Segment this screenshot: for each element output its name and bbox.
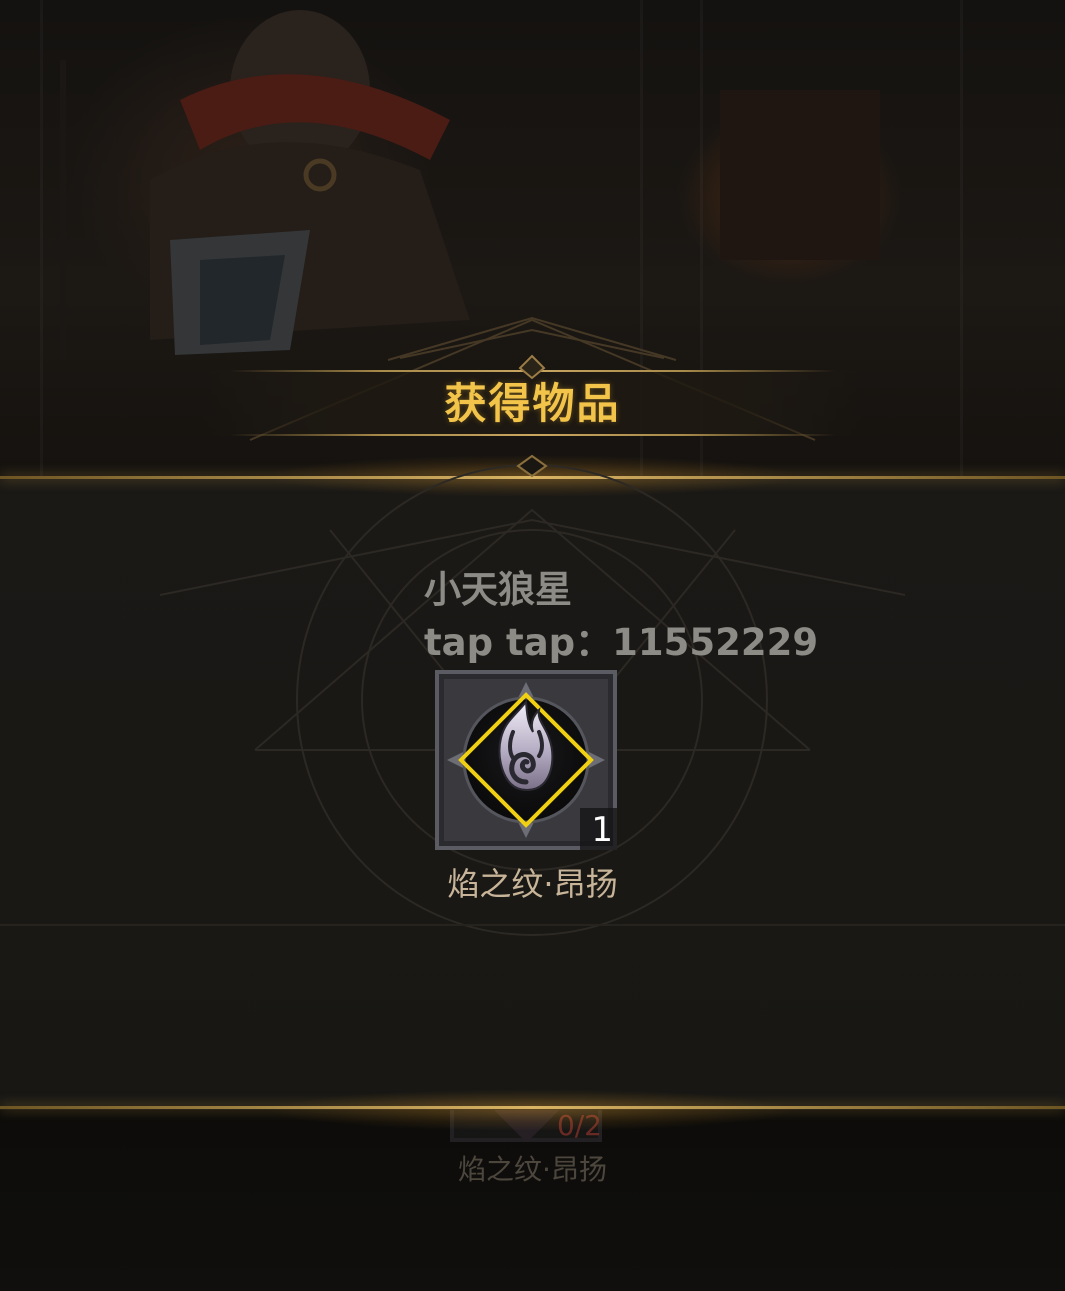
reward-popup-screen: 0/2 焰之纹·昂扬 获得物品 小天狼星 tap tap：11552229 — [0, 0, 1065, 1291]
watermark-name: 小天狼星 — [424, 568, 572, 611]
item-count: 1 — [591, 810, 613, 850]
item-name: 焰之纹·昂扬 — [447, 865, 618, 903]
popup-title: 获得物品 — [444, 379, 621, 428]
watermark-id: tap tap：11552229 — [424, 621, 819, 664]
